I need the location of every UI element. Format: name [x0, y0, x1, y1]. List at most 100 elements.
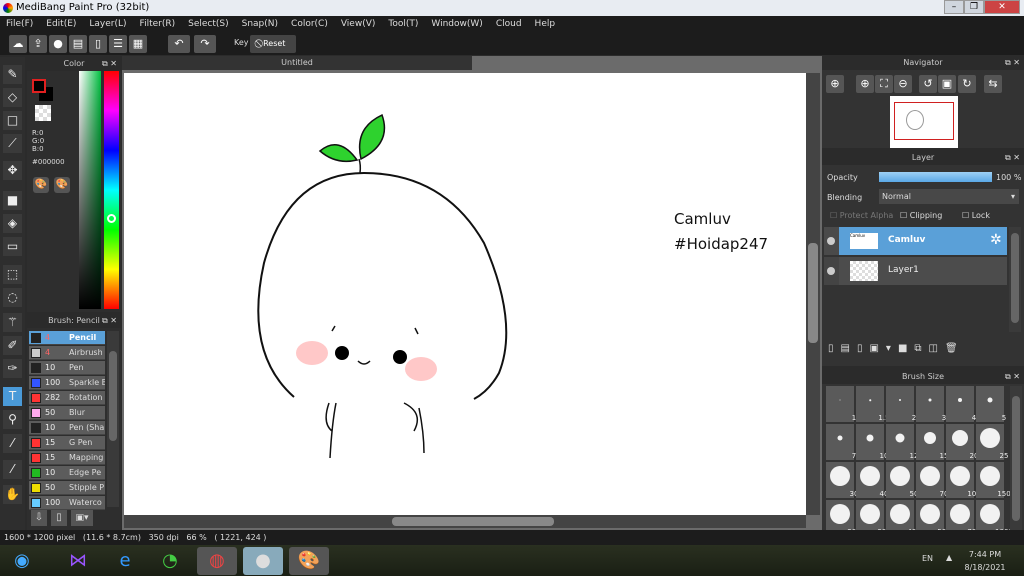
- brush-tool-icon[interactable]: ✎: [3, 65, 22, 84]
- pen-tool-icon[interactable]: ⟋: [3, 134, 22, 153]
- new-halftone-layer-icon[interactable]: ▤: [841, 343, 857, 354]
- brush-item[interactable]: 10 Pen (Sha: [29, 421, 105, 435]
- menu-view[interactable]: View(V): [341, 16, 376, 33]
- float-close-icon[interactable]: ⧉ ✕: [102, 57, 117, 71]
- brush-size-option[interactable]: 3: [916, 386, 946, 422]
- language-indicator[interactable]: EN: [922, 554, 933, 563]
- palette-icon[interactable]: 🎨: [33, 177, 49, 193]
- brush-item[interactable]: 15 Mapping: [29, 451, 105, 465]
- rotate-reset-icon[interactable]: ▣: [938, 75, 956, 93]
- brush-size-option[interactable]: 12: [886, 424, 918, 460]
- brush-size-option[interactable]: 15: [916, 424, 948, 460]
- eraser-tool-icon[interactable]: ◇: [3, 88, 22, 107]
- paint-icon[interactable]: 🎨: [289, 547, 329, 575]
- rectangle-tool-icon[interactable]: □: [3, 111, 22, 130]
- brush-size-option[interactable]: 7: [826, 424, 856, 460]
- chrome-icon[interactable]: ◍: [197, 547, 237, 575]
- brush-list-scrollbar[interactable]: [107, 331, 119, 507]
- float-close-icon[interactable]: ⧉ ✕: [1005, 56, 1020, 70]
- delete-icon[interactable]: 🗑: [945, 343, 965, 354]
- hand-tool-icon[interactable]: ✋: [3, 485, 22, 504]
- zoom-out-icon[interactable]: ⊖: [894, 75, 912, 93]
- select-eraser-icon[interactable]: ✑: [3, 359, 22, 378]
- menu-cloud[interactable]: Cloud: [496, 16, 522, 33]
- menu-snap[interactable]: Snap(N): [242, 16, 278, 33]
- brush-size-option[interactable]: 1: [826, 386, 856, 422]
- fill-rect-icon[interactable]: ■: [3, 191, 22, 210]
- reset-button[interactable]: ⃠ Reset: [250, 35, 296, 53]
- new-layer-icon[interactable]: ▯: [828, 343, 841, 354]
- visibility-toggle[interactable]: [824, 257, 839, 285]
- operation-tool-icon[interactable]: ⚲: [3, 410, 22, 429]
- brush-size-option[interactable]: 50: [886, 462, 918, 498]
- select-rect-icon[interactable]: ⬚: [3, 265, 22, 284]
- undo-button[interactable]: ↶: [168, 35, 190, 53]
- minimize-button[interactable]: –: [944, 0, 964, 14]
- hue-handle[interactable]: [107, 214, 116, 223]
- clock[interactable]: 7:44 PM 8/18/2021: [960, 548, 1010, 574]
- start-button[interactable]: ◉: [2, 547, 42, 575]
- brush-size-scrollbar[interactable]: [1010, 386, 1022, 532]
- palette-settings-icon[interactable]: 🎨: [54, 177, 70, 193]
- menu-file[interactable]: File(F): [6, 16, 33, 33]
- brush-item[interactable]: 15 G Pen: [29, 436, 105, 450]
- brush-size-option[interactable]: 100: [946, 462, 981, 498]
- brush-item[interactable]: 100 Waterco: [29, 496, 105, 510]
- brush-item[interactable]: 10 Pen: [29, 361, 105, 375]
- float-close-icon[interactable]: ⧉ ✕: [1005, 151, 1020, 165]
- fit-icon[interactable]: ⛶: [875, 75, 893, 93]
- menu-edit[interactable]: Edit(E): [46, 16, 76, 33]
- blending-select[interactable]: Normal ▾: [879, 189, 1019, 204]
- zoom-in-icon[interactable]: ⊕: [856, 75, 874, 93]
- brush-size-option[interactable]: 10: [856, 424, 888, 460]
- protect-alpha-checkbox[interactable]: ☐ Protect Alpha: [830, 211, 893, 220]
- navigator-preview[interactable]: [890, 96, 958, 148]
- new-8bit-layer-icon[interactable]: ▯: [857, 343, 870, 354]
- layer-scrollbar[interactable]: [1009, 227, 1021, 332]
- menu-tool[interactable]: Tool(T): [388, 16, 418, 33]
- horizontal-scrollbar[interactable]: [124, 515, 806, 528]
- brush-size-option[interactable]: 20: [946, 424, 978, 460]
- transparent-swatch[interactable]: [35, 105, 51, 121]
- hue-slider[interactable]: [104, 71, 119, 309]
- select-pen-icon[interactable]: ✐: [3, 336, 22, 355]
- menu-help[interactable]: Help: [535, 16, 556, 33]
- text-tool-icon[interactable]: T: [3, 387, 22, 406]
- comment-icon[interactable]: ●: [49, 35, 67, 53]
- internet-explorer-icon[interactable]: e: [105, 547, 145, 575]
- document-tab[interactable]: Untitled: [122, 56, 472, 70]
- tray-arrow-icon[interactable]: ▲: [946, 553, 952, 562]
- clipping-checkbox[interactable]: ☐ Clipping: [900, 211, 942, 220]
- medibang-icon[interactable]: ●: [243, 547, 283, 575]
- menu-filter[interactable]: Filter(R): [140, 16, 176, 33]
- brush-item[interactable]: 50 Blur: [29, 406, 105, 420]
- flip-icon[interactable]: ⇆: [984, 75, 1002, 93]
- gear-icon[interactable]: ✲: [990, 232, 1002, 248]
- duplicate-icon[interactable]: ⧉: [914, 343, 928, 354]
- brush-size-option[interactable]: 25: [976, 424, 1008, 460]
- menu-window[interactable]: Window(W): [431, 16, 482, 33]
- maximize-button[interactable]: ❐: [964, 0, 984, 14]
- menu-layer[interactable]: Layer(L): [89, 16, 126, 33]
- rotate-right-icon[interactable]: ↻: [958, 75, 976, 93]
- brush-item[interactable]: 50 Stipple P: [29, 481, 105, 495]
- add-brush-menu-icon[interactable]: ▣▾: [71, 510, 93, 526]
- brush-size-option[interactable]: 40: [856, 462, 888, 498]
- folder-icon[interactable]: ■: [898, 343, 914, 354]
- brush-item[interactable]: 4 Pencil: [29, 331, 105, 345]
- document-icon[interactable]: ▯: [89, 35, 107, 53]
- merge-icon[interactable]: ◫: [929, 343, 945, 354]
- dropper-icon[interactable]: ⁄: [3, 460, 22, 479]
- opacity-slider[interactable]: [879, 172, 992, 182]
- brush-item[interactable]: 282 Rotation: [29, 391, 105, 405]
- brush-item[interactable]: 100 Sparkle B: [29, 376, 105, 390]
- list-icon[interactable]: ☰: [109, 35, 127, 53]
- message-icon[interactable]: ▤: [69, 35, 87, 53]
- brush-item[interactable]: 10 Edge Pe: [29, 466, 105, 480]
- brush-item[interactable]: 4 Airbrush: [29, 346, 105, 360]
- layer-row-camluv[interactable]: Camluv Camluv ✲: [824, 227, 1007, 255]
- brush-size-option[interactable]: 150: [976, 462, 1011, 498]
- zoom-actual-icon[interactable]: ⊕: [826, 75, 844, 93]
- bucket-tool-icon[interactable]: ◈: [3, 214, 22, 233]
- coccoc-icon[interactable]: ◔: [150, 547, 190, 575]
